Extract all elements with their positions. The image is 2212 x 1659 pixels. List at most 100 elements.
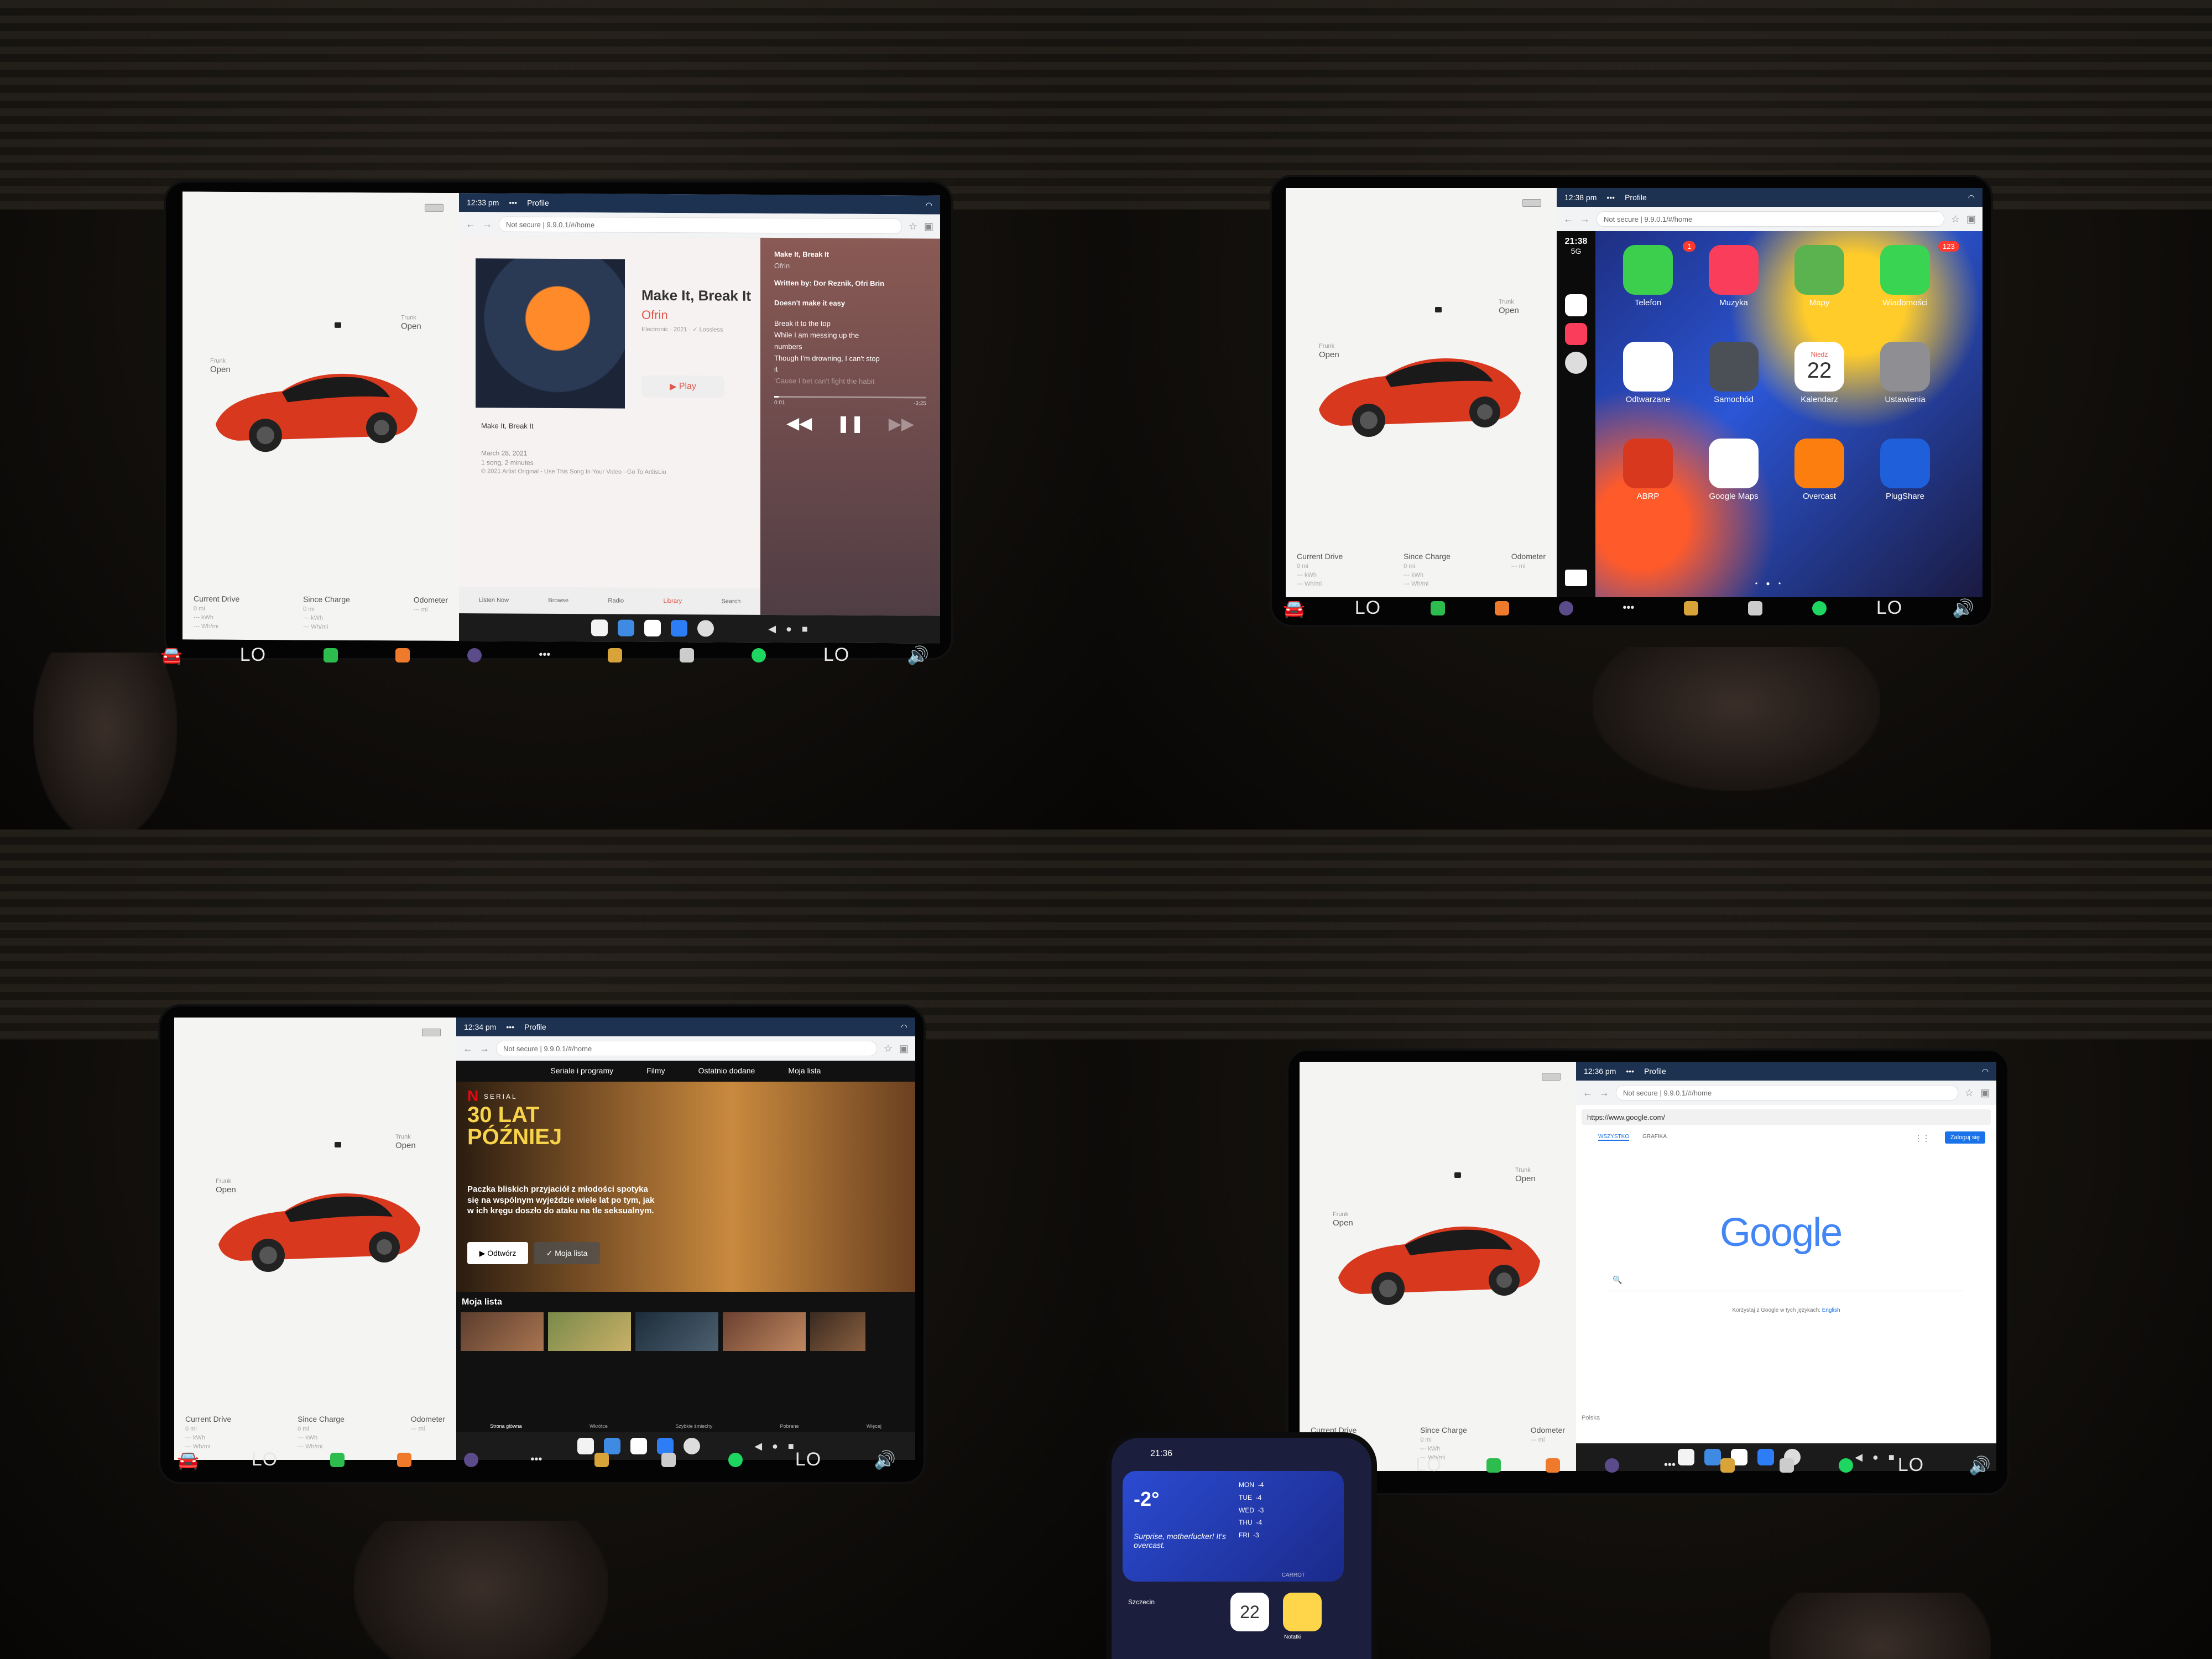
add-to-list-button[interactable]: ✓ Moja lista bbox=[534, 1242, 600, 1264]
car-icon[interactable]: 🚘 bbox=[177, 1449, 199, 1470]
carplay-app[interactable]: Wiadomości bbox=[1872, 245, 1938, 307]
browser-icon[interactable] bbox=[680, 648, 695, 662]
lock-icon[interactable] bbox=[1454, 1172, 1461, 1178]
play-button[interactable]: ▶ Play bbox=[641, 375, 724, 398]
carplay-app[interactable]: Muzyka bbox=[1700, 245, 1767, 307]
app-shortcut-icon[interactable] bbox=[671, 620, 688, 637]
spotify-icon[interactable] bbox=[1812, 601, 1827, 615]
carplay-app[interactable]: PlugShare bbox=[1872, 439, 1938, 501]
apps-grid-icon[interactable]: ⋮⋮ bbox=[1914, 1134, 1930, 1143]
title-thumbnail[interactable] bbox=[723, 1312, 806, 1351]
more-icon[interactable]: ••• bbox=[1626, 1067, 1634, 1076]
title-thumbnail[interactable] bbox=[810, 1312, 865, 1351]
forward-icon[interactable]: → bbox=[1580, 213, 1590, 225]
android-home-icon[interactable]: ● bbox=[786, 623, 792, 635]
tab-recently-added[interactable]: Ostatnio dodane bbox=[698, 1066, 755, 1075]
tabs-icon[interactable]: ▣ bbox=[1966, 213, 1976, 225]
dock-podcast-icon[interactable] bbox=[1565, 352, 1587, 374]
weather-widget[interactable]: -2° Surprise, motherfucker! It's overcas… bbox=[1123, 1471, 1344, 1582]
address-bar[interactable]: Not secure | 9.9.0.1/#/home bbox=[1616, 1085, 1958, 1100]
lock-icon[interactable] bbox=[335, 322, 341, 328]
rewind-icon[interactable]: ◀◀ bbox=[786, 414, 812, 433]
bookmark-star-icon[interactable]: ☆ bbox=[1951, 213, 1960, 225]
volume-icon[interactable]: 🔊 bbox=[907, 645, 929, 666]
temp-passenger[interactable]: LO bbox=[795, 1449, 821, 1470]
bookmark-star-icon[interactable]: ☆ bbox=[884, 1043, 893, 1055]
trunk-label[interactable]: Trunk Open bbox=[401, 314, 421, 331]
tab-library[interactable]: Library bbox=[664, 598, 682, 604]
temp-driver[interactable]: LO bbox=[252, 1449, 278, 1470]
tab-all[interactable]: WSZYSTKO bbox=[1598, 1134, 1630, 1141]
progress-bar[interactable] bbox=[774, 395, 926, 399]
app-drawer-icon[interactable] bbox=[697, 620, 714, 637]
profile-button[interactable]: Profile bbox=[524, 1022, 546, 1031]
car-icon[interactable]: 🚘 bbox=[1283, 598, 1305, 619]
track-row[interactable]: Make It, Break It bbox=[481, 421, 534, 430]
temp-driver[interactable]: LO bbox=[1355, 597, 1381, 619]
trunk-label[interactable]: Trunk Open bbox=[1515, 1167, 1536, 1184]
inner-address-bar[interactable]: https://www.google.com/ bbox=[1582, 1109, 1991, 1125]
nav-coming-soon[interactable]: Wkrótce bbox=[589, 1423, 608, 1429]
tab-my-list[interactable]: Moja lista bbox=[788, 1066, 821, 1075]
forward-icon[interactable]: → bbox=[479, 1043, 489, 1055]
trunk-label[interactable]: Trunk Open bbox=[1499, 299, 1519, 316]
tab-movies[interactable]: Filmy bbox=[646, 1066, 665, 1075]
forward-icon[interactable]: → bbox=[482, 218, 492, 230]
browser-icon[interactable] bbox=[1748, 601, 1763, 615]
temp-passenger[interactable]: LO bbox=[1876, 597, 1902, 619]
volume-icon[interactable]: 🔊 bbox=[1969, 1455, 1991, 1476]
dock-maps-icon[interactable] bbox=[1565, 294, 1587, 316]
audio-icon[interactable] bbox=[1546, 1458, 1561, 1473]
camera-icon[interactable] bbox=[1605, 1458, 1620, 1473]
back-icon[interactable]: ← bbox=[463, 1043, 473, 1055]
toybox-icon[interactable] bbox=[608, 648, 623, 662]
tab-series[interactable]: Seriale i programy bbox=[551, 1066, 614, 1075]
temp-passenger[interactable]: LO bbox=[823, 644, 849, 666]
more-apps-icon[interactable]: ••• bbox=[530, 1453, 542, 1466]
tab-radio[interactable]: Radio bbox=[608, 597, 624, 604]
address-bar[interactable]: Not secure | 9.9.0.1/#/home bbox=[1597, 211, 1944, 227]
camera-icon[interactable] bbox=[467, 648, 482, 662]
phone-icon[interactable] bbox=[330, 1452, 345, 1467]
tab-listen-now[interactable]: Listen Now bbox=[479, 597, 509, 603]
more-apps-icon[interactable]: ••• bbox=[539, 649, 550, 661]
app-shortcut-icon[interactable] bbox=[591, 619, 608, 637]
lock-icon[interactable] bbox=[335, 1142, 341, 1147]
volume-icon[interactable]: 🔊 bbox=[874, 1449, 896, 1470]
lock-icon[interactable] bbox=[1435, 307, 1442, 312]
toybox-icon[interactable] bbox=[1684, 601, 1699, 615]
play-store-icon[interactable] bbox=[644, 619, 661, 637]
phone-icon[interactable] bbox=[1486, 1458, 1501, 1473]
browser-icon[interactable] bbox=[661, 1452, 676, 1467]
calendar-icon[interactable]: 22 bbox=[1230, 1593, 1269, 1631]
bookmark-star-icon[interactable]: ☆ bbox=[1965, 1087, 1974, 1099]
tab-search[interactable]: Search bbox=[721, 598, 740, 605]
phone-icon[interactable] bbox=[323, 648, 338, 662]
tab-browse[interactable]: Browse bbox=[548, 597, 568, 604]
carplay-app[interactable]: Overcast bbox=[1786, 439, 1853, 501]
profile-button[interactable]: Profile bbox=[1625, 193, 1647, 202]
title-thumbnail[interactable] bbox=[461, 1312, 544, 1351]
browser-icon[interactable] bbox=[1779, 1458, 1794, 1473]
tabs-icon[interactable]: ▣ bbox=[1980, 1087, 1990, 1099]
address-bar[interactable]: Not secure | 9.9.0.1/#/home bbox=[499, 216, 902, 234]
back-icon[interactable]: ← bbox=[1583, 1087, 1593, 1099]
temp-passenger[interactable]: LO bbox=[1898, 1454, 1924, 1476]
carplay-app[interactable]: Niedz 22 Kalendarz bbox=[1786, 342, 1853, 404]
volume-icon[interactable]: 🔊 bbox=[1952, 598, 1974, 619]
dock-music-icon[interactable] bbox=[1565, 323, 1587, 345]
camera-icon[interactable] bbox=[463, 1452, 478, 1467]
spotify-icon[interactable] bbox=[751, 648, 766, 662]
photos-app-icon[interactable] bbox=[618, 619, 635, 637]
carplay-app[interactable]: Odtwarzane bbox=[1615, 342, 1681, 404]
carplay-app[interactable]: ABRP bbox=[1615, 439, 1681, 501]
bookmark-star-icon[interactable]: ☆ bbox=[909, 221, 917, 232]
play-button[interactable]: ▶ Odtwórz bbox=[467, 1242, 528, 1264]
tab-images[interactable]: GRAFIKA bbox=[1642, 1134, 1667, 1141]
nav-downloads[interactable]: Pobrane bbox=[780, 1423, 799, 1429]
language-link[interactable]: English bbox=[1822, 1307, 1840, 1313]
trunk-label[interactable]: Trunk Open bbox=[395, 1134, 416, 1151]
carplay-app[interactable]: Telefon bbox=[1615, 245, 1681, 307]
nav-fast-laughs[interactable]: Szybkie śmiechy bbox=[675, 1423, 712, 1429]
artist-link[interactable]: Ofrin bbox=[641, 308, 668, 322]
